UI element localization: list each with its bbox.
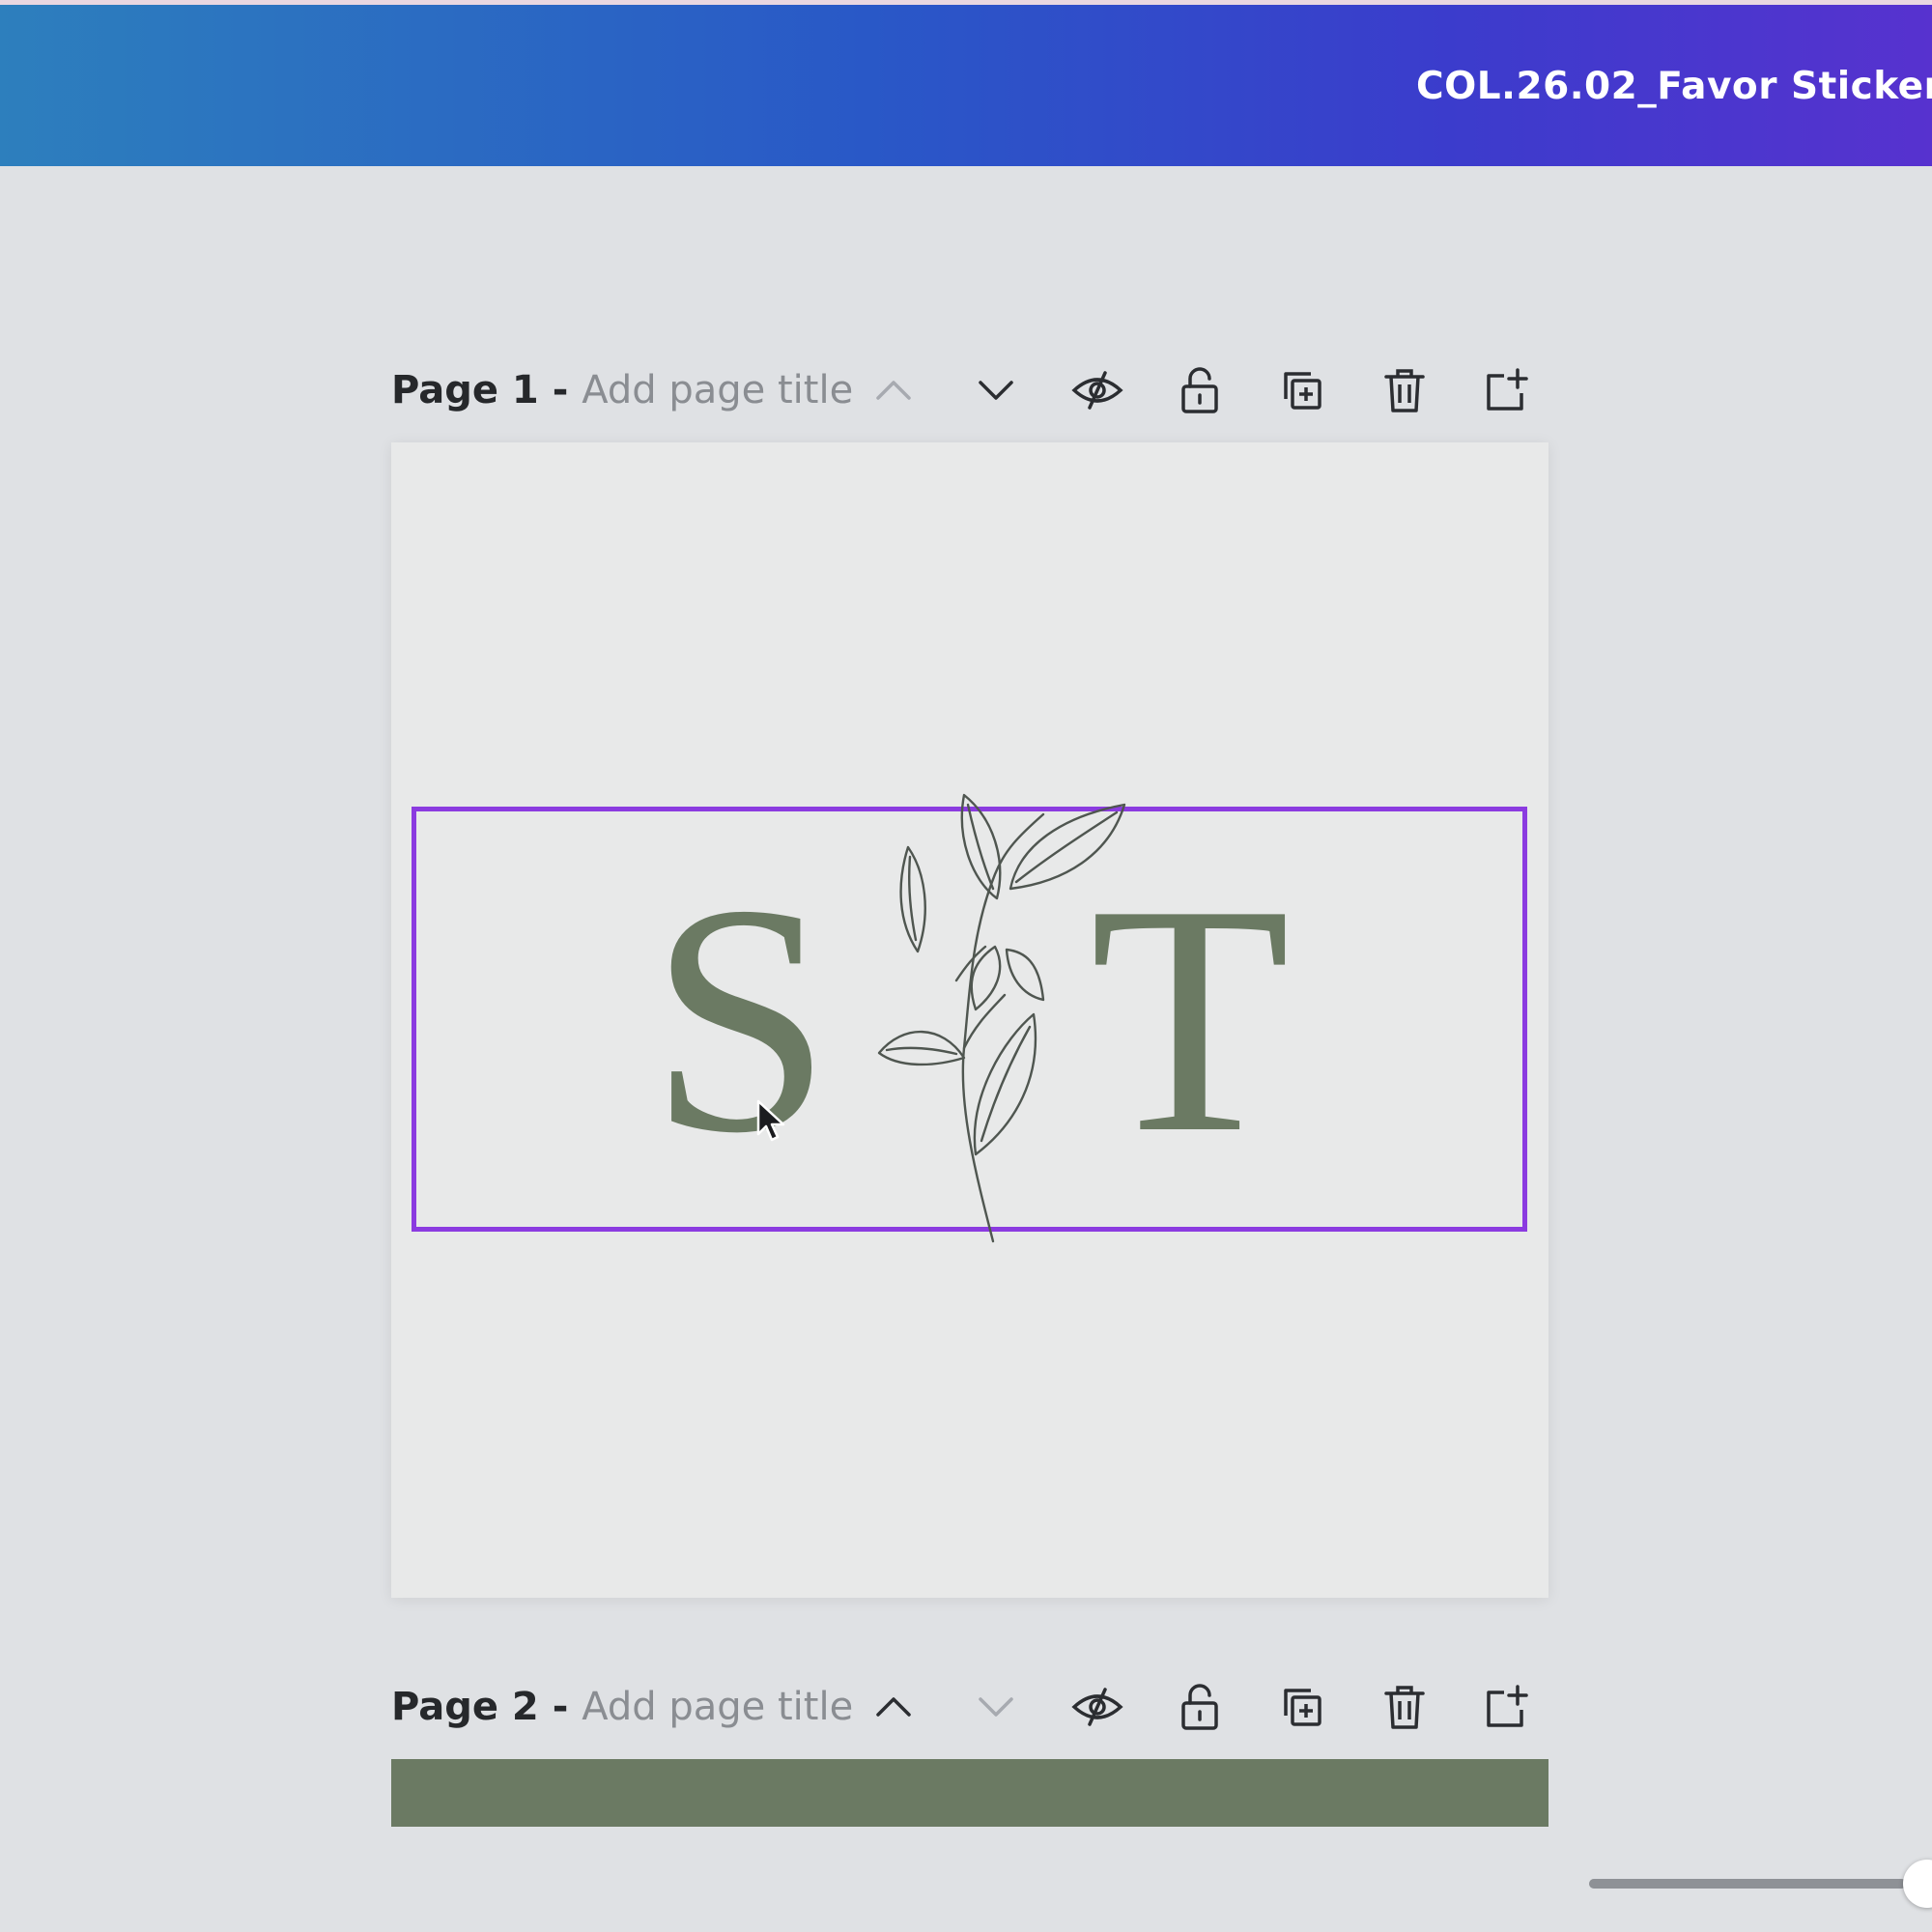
zoom-slider-handle[interactable] — [1903, 1860, 1932, 1908]
page-title-separator: - — [538, 1685, 582, 1729]
page-title-input[interactable]: Add page title — [582, 368, 853, 412]
chevron-up-icon[interactable] — [865, 1678, 923, 1736]
duplicate-icon[interactable] — [1273, 361, 1331, 419]
page-title-separator: - — [538, 368, 582, 412]
trash-icon[interactable] — [1376, 1678, 1434, 1736]
page-number: Page 1 — [391, 368, 539, 412]
page-1-label: Page 1 - Add page title — [391, 368, 853, 412]
page-1-header: Page 1 - Add page title — [391, 352, 1550, 429]
eye-off-icon[interactable] — [1068, 1678, 1126, 1736]
unlock-icon[interactable] — [1171, 1678, 1229, 1736]
page-2-label: Page 2 - Add page title — [391, 1685, 853, 1729]
page-2-header: Page 2 - Add page title — [391, 1668, 1550, 1746]
page-2-canvas[interactable] — [391, 1759, 1548, 1827]
page-number: Page 2 — [391, 1685, 539, 1729]
trash-icon[interactable] — [1376, 361, 1434, 419]
chevron-up-icon[interactable] — [865, 361, 923, 419]
chevron-down-icon[interactable] — [967, 1678, 1025, 1736]
zoom-slider-fill — [1589, 1879, 1906, 1889]
add-page-icon[interactable] — [1478, 1678, 1536, 1736]
mouse-cursor-icon — [756, 1099, 785, 1142]
duplicate-icon[interactable] — [1273, 1678, 1331, 1736]
document-title[interactable]: COL.26.02_Favor Sticker 2" — [1416, 65, 1932, 108]
zoom-slider-track[interactable] — [1589, 1879, 1922, 1889]
add-page-icon[interactable] — [1478, 361, 1536, 419]
page-title-input[interactable]: Add page title — [582, 1685, 853, 1729]
top-bar: COL.26.02_Favor Sticker 2" — [0, 0, 1932, 166]
eye-off-icon[interactable] — [1068, 361, 1126, 419]
chevron-down-icon[interactable] — [967, 361, 1025, 419]
unlock-icon[interactable] — [1171, 361, 1229, 419]
leaf-branch-illustration[interactable] — [802, 787, 1150, 1251]
